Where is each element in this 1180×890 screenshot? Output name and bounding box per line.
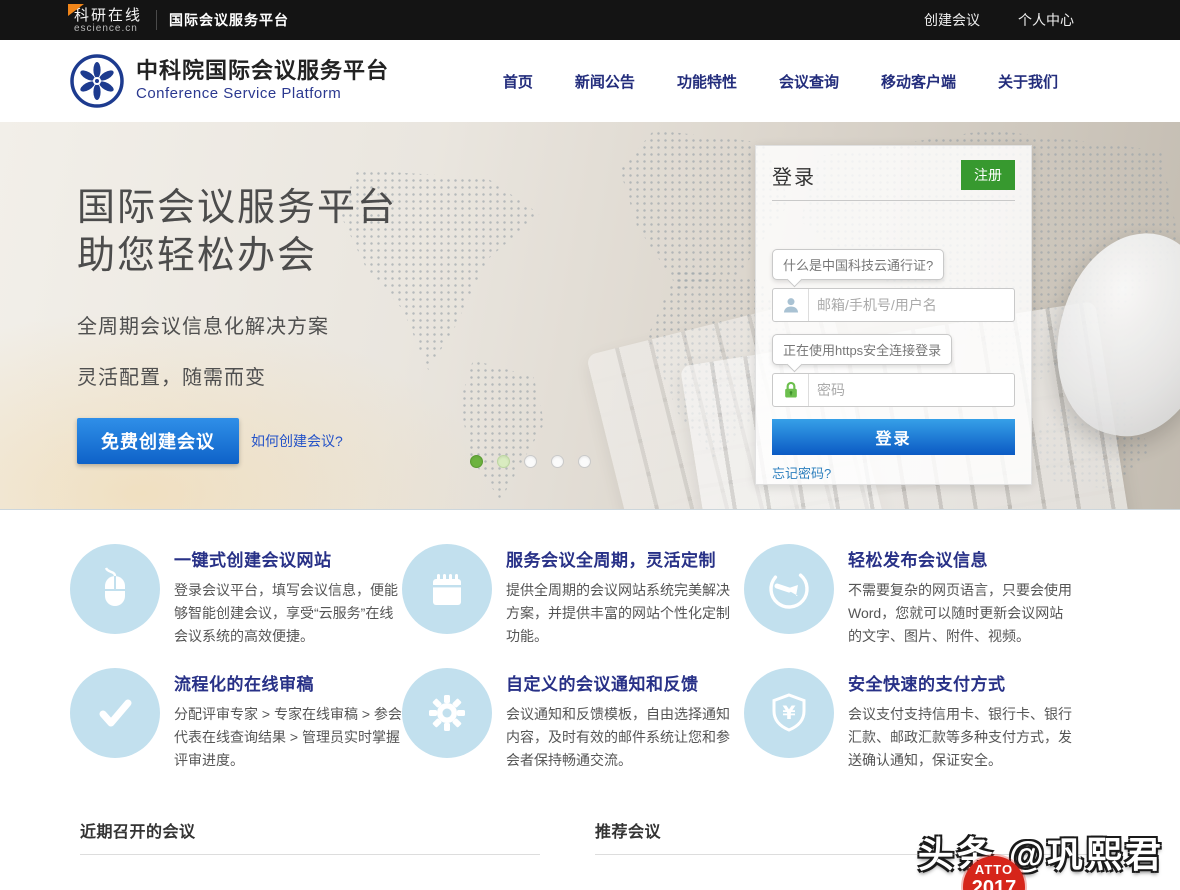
feature-text: 登录会议平台，填写会议信息，便能够智能创建会议，享受“云服务”在线会议系统的高效… xyxy=(174,579,402,648)
password-field-box xyxy=(772,373,1015,407)
cas-emblem-icon xyxy=(70,54,124,108)
feature-title[interactable]: 服务会议全周期，灵活定制 xyxy=(506,546,734,571)
carousel-dot-1[interactable] xyxy=(470,455,483,468)
brand-main: 科研在线 xyxy=(74,8,142,23)
nav-about[interactable]: 关于我们 xyxy=(998,71,1058,92)
recent-conferences: 近期召开的会议 Cluster Algebras and Related T xyxy=(80,818,540,890)
feature-custom-notice: 自定义的会议通知和反馈 会议通知和反馈模板，自由选择通知内容，及时有效的邮件系统… xyxy=(402,668,744,772)
nav-conference-search[interactable]: 会议查询 xyxy=(779,71,839,92)
login-divider xyxy=(772,200,1015,201)
nav-mobile-client[interactable]: 移动客户端 xyxy=(881,71,956,92)
login-submit-button[interactable]: 登录 xyxy=(772,419,1015,455)
recent-heading: 近期召开的会议 xyxy=(80,818,540,842)
passport-tooltip[interactable]: 什么是中国科技云通行证? xyxy=(772,249,944,280)
nav-home[interactable]: 首页 xyxy=(503,71,533,92)
site-logo[interactable]: 中科院国际会议服务平台 Conference Service Platform xyxy=(70,54,389,108)
create-conference-free-button[interactable]: 免费创建会议 xyxy=(77,418,239,464)
feature-title[interactable]: 安全快速的支付方式 xyxy=(848,670,1076,695)
feature-title[interactable]: 轻松发布会议信息 xyxy=(848,546,1076,571)
user-icon xyxy=(773,289,809,321)
topbar-link-create-conference[interactable]: 创建会议 xyxy=(924,10,980,30)
feature-secure-payment: ¥ 安全快速的支付方式 会议支付支持信用卡、银行卡、银行汇款、邮政汇款等多种支付… xyxy=(744,668,1086,772)
topbar: 科研在线 escience.cn 国际会议服务平台 创建会议 个人中心 xyxy=(0,0,1180,40)
forgot-password-link[interactable]: 忘记密码? xyxy=(772,463,831,482)
hero-banner: 国际会议服务平台 助您轻松办会 全周期会议信息化解决方案 灵活配置，随需而变 免… xyxy=(0,122,1180,510)
check-icon xyxy=(70,668,160,758)
feature-title[interactable]: 自定义的会议通知和反馈 xyxy=(506,670,734,695)
nav-news[interactable]: 新闻公告 xyxy=(575,71,635,92)
nav-features[interactable]: 功能特性 xyxy=(677,71,737,92)
escience-logo[interactable]: 科研在线 escience.cn xyxy=(70,8,142,34)
https-tooltip: 正在使用https安全连接登录 xyxy=(772,334,952,365)
username-input[interactable] xyxy=(809,297,1014,313)
feature-text: 分配评审专家 > 专家在线审稿 > 参会代表在线查询结果 > 管理员实时掌握评审… xyxy=(174,703,402,772)
features-section: 一键式创建会议网站 登录会议平台，填写会议信息，便能够智能创建会议，享受“云服务… xyxy=(70,510,1110,772)
carousel-dot-2[interactable] xyxy=(497,455,510,468)
login-title: 登录 xyxy=(772,161,816,190)
brand-platform: 国际会议服务平台 xyxy=(169,10,289,30)
feature-full-lifecycle: 服务会议全周期，灵活定制 提供全周期的会议网站系统完美解决方案，并提供丰富的网站… xyxy=(402,544,744,648)
feature-easy-publish: 轻松发布会议信息 不需要复杂的网页语言，只要会使用Word，您就可以随时更新会议… xyxy=(744,544,1086,648)
how-to-create-link[interactable]: 如何创建会议? xyxy=(251,431,343,451)
brand-divider xyxy=(156,10,157,30)
calendar-icon xyxy=(402,544,492,634)
carousel-dot-5[interactable] xyxy=(578,455,591,468)
feature-create-website: 一键式创建会议网站 登录会议平台，填写会议信息，便能够智能创建会议，享受“云服务… xyxy=(70,544,412,648)
feature-text: 会议通知和反馈模板，自由选择通知内容，及时有效的邮件系统让您和参会者保持畅通交流… xyxy=(506,703,734,772)
lock-icon xyxy=(773,374,809,406)
escience-flag-icon xyxy=(68,4,84,16)
hero-subtitle-2: 灵活配置，随需而变 xyxy=(77,361,397,390)
hero-title: 国际会议服务平台 助您轻松办会 xyxy=(77,184,397,280)
svg-text:¥: ¥ xyxy=(782,702,795,724)
username-field-box xyxy=(772,288,1015,322)
feature-title[interactable]: 流程化的在线审稿 xyxy=(174,670,402,695)
register-button[interactable]: 注册 xyxy=(961,160,1015,190)
brand-sub: escience.cn xyxy=(74,23,142,34)
feature-title[interactable]: 一键式创建会议网站 xyxy=(174,546,402,571)
main-nav: 首页 新闻公告 功能特性 会议查询 移动客户端 关于我们 xyxy=(503,71,1058,92)
login-panel: 登录 注册 什么是中国科技云通行证? 正在使用https安全连接登录 xyxy=(755,145,1032,485)
toutiao-watermark: 头条 @巩熙君 xyxy=(918,826,1164,878)
feature-text: 会议支付支持信用卡、银行卡、银行汇款、邮政汇款等多种支付方式，发送确认通知，保证… xyxy=(848,703,1076,772)
divider xyxy=(80,854,540,855)
mouse-icon xyxy=(70,544,160,634)
site-title: 中科院国际会议服务平台 xyxy=(136,58,389,84)
page: 科研在线 escience.cn 国际会议服务平台 创建会议 个人中心 xyxy=(0,0,1180,890)
feature-online-review: 流程化的在线审稿 分配评审专家 > 专家在线审稿 > 参会代表在线查询结果 > … xyxy=(70,668,412,772)
feature-text: 不需要复杂的网页语言，只要会使用Word，您就可以随时更新会议网站的文字、图片、… xyxy=(848,579,1076,648)
shield-icon: ¥ xyxy=(744,668,834,758)
cursor-icon xyxy=(744,544,834,634)
carousel-dot-4[interactable] xyxy=(551,455,564,468)
topbar-link-personal-center[interactable]: 个人中心 xyxy=(1018,10,1074,30)
feature-text: 提供全周期的会议网站系统完美解决方案，并提供丰富的网站个性化定制功能。 xyxy=(506,579,734,648)
gear-icon xyxy=(402,668,492,758)
carousel-dot-3[interactable] xyxy=(524,455,537,468)
password-input[interactable] xyxy=(809,382,1014,398)
header: 中科院国际会议服务平台 Conference Service Platform … xyxy=(0,40,1180,122)
site-subtitle: Conference Service Platform xyxy=(136,84,389,104)
carousel-dots xyxy=(470,455,591,468)
hero-subtitle-1: 全周期会议信息化解决方案 xyxy=(77,310,397,339)
